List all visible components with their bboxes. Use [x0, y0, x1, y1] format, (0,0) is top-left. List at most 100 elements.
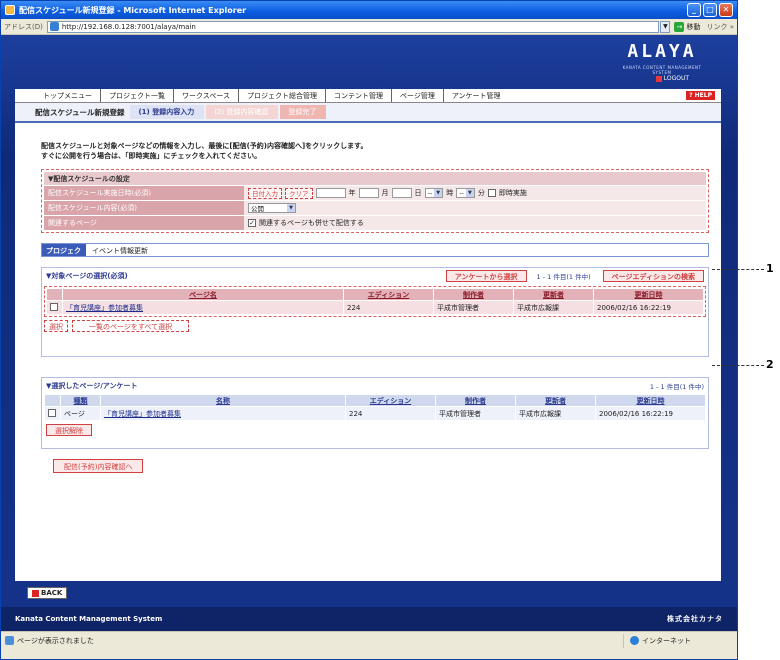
page-name-link[interactable]: 「育児講座」参加者募集 [104, 410, 181, 418]
instruction-line-2: すぐに公開を行う場合は、「即時実施」にチェックを入れてください。 [41, 152, 262, 160]
immediate-checkbox[interactable] [487, 189, 496, 197]
related-label: 関連するページ [44, 216, 244, 230]
row-checkbox[interactable] [48, 408, 56, 417]
row-checkbox[interactable] [50, 302, 58, 311]
minute-select[interactable]: -- ▼ [456, 188, 475, 198]
selected-header-row: ▼選択したページ/アンケート 1 - 1 件目(1 件中) [42, 378, 708, 394]
schedule-related-row: 関連するページ 関連するページも併せて配信する [44, 216, 706, 230]
edition-cell: 224 [345, 406, 436, 421]
nav-tab-6[interactable]: アンケート管理 [442, 89, 509, 102]
nav-tab-1[interactable]: プロジェクト一覧 [100, 89, 173, 102]
updated-cell: 2006/02/16 16:22:19 [595, 406, 706, 421]
target-table-wrap: ページ名 エディション 制作者 更新者 更新日時 「育児講座」参加者募集 224 平成市管理… [44, 286, 706, 317]
nav-tab-0[interactable]: トップメニュー [35, 89, 100, 102]
target-col-5[interactable]: 更新日時 [593, 288, 704, 301]
year-input[interactable] [315, 188, 346, 198]
go-button[interactable]: → 移動 [674, 21, 701, 32]
go-label: 移動 [686, 22, 701, 31]
footer-system-name: Kanata Content Management System [15, 615, 163, 623]
creator-cell: 平成市管理者 [433, 300, 514, 315]
date-value: 日付入力 クリア 年 月 日 -- ▼ 時 -- ▼ 分 即時実施 [244, 186, 706, 200]
day-input[interactable] [391, 188, 412, 198]
table-row: ページ 「育児講座」参加者募集 224 平成市管理者 平成市広報課 2006/02/16 … [44, 406, 706, 421]
page-panel: トップメニュー プロジェクト一覧 ワークスペース プロジェクト総合管理 コンテント管理ペ… [15, 89, 721, 581]
edition-search-button[interactable]: ページエディションの検索 [602, 270, 704, 282]
related-value: 関連するページも併せて配信する [244, 216, 706, 230]
project-value: イベント情報更新 [92, 247, 148, 255]
nav-tab-4[interactable]: コンテント管理 [324, 89, 391, 102]
target-header: ▼対象ページの選択(必須) [46, 272, 128, 280]
target-col-1[interactable]: ページ名 [62, 288, 344, 301]
callout-2: 2 [766, 358, 774, 371]
browser-window: 配信スケジュール新規登録 - Microsoft Internet Explor… [0, 0, 738, 660]
help-button[interactable]: ? HELP [686, 91, 715, 100]
confirm-button[interactable]: 配信(予約)内容確認へ [53, 459, 144, 473]
address-input[interactable]: http://192.168.0.128:7001/alaya/main [46, 20, 660, 33]
brand-header: ALAYA KANATA CONTENT MANAGEMENT SYSTEM L… [1, 35, 737, 82]
row-checkbox-cell [44, 406, 61, 421]
address-dropdown-icon[interactable]: ▼ [660, 20, 671, 33]
month-input[interactable] [358, 188, 379, 198]
status-text: ページが表示されました [17, 636, 94, 645]
back-button[interactable]: BACK [27, 587, 68, 599]
related-checkbox[interactable] [248, 219, 256, 227]
content-value: 公開 ▼ [244, 201, 706, 215]
selected-page-panel: ▼選択したページ/アンケート 1 - 1 件目(1 件中) 種類 名称 エディション… [41, 377, 709, 449]
help-icon: ? [689, 92, 693, 99]
close-button[interactable]: ✕ [719, 3, 733, 17]
name-cell: 「育児講座」参加者募集 [100, 406, 346, 421]
target-col-4[interactable]: 更新者 [513, 288, 594, 301]
content-select[interactable]: 公開 ▼ [248, 203, 296, 213]
selected-col-2[interactable]: 名称 [100, 394, 346, 407]
instruction-line-1: 配信スケジュールと対象ページなどの情報を入力し、最後に[配信(予約)内容確認へ]… [41, 142, 368, 150]
security-zone: インターネット [623, 633, 733, 648]
selected-header: ▼選択したページ/アンケート [46, 382, 138, 390]
target-count: 1 - 1 件目(1 件中) [536, 273, 591, 281]
year-label: 年 [348, 189, 356, 197]
hour-select[interactable]: -- ▼ [424, 188, 444, 198]
selected-col-6[interactable]: 更新日時 [595, 394, 706, 407]
select-all-button[interactable]: 一覧のページをすべて選択 [72, 320, 190, 332]
brand-tagline: KANATA CONTENT MANAGEMENT SYSTEM [622, 65, 702, 75]
deselect-button[interactable]: 選択解除 [46, 424, 92, 436]
links-label[interactable]: リンク » [706, 22, 734, 32]
step-confirm: (2) 登録内容確認 [206, 105, 279, 119]
updated-cell: 2006/02/16 16:22:19 [593, 300, 704, 315]
chevron-down-icon: ▼ [434, 189, 443, 197]
survey-select-button[interactable]: アンケートから選択 [445, 270, 527, 282]
select-button[interactable]: 選択 [44, 320, 68, 332]
nav-tab-5[interactable]: ページ管理 [390, 89, 443, 102]
back-label: BACK [41, 589, 63, 597]
minimize-button[interactable]: _ [687, 3, 701, 17]
page-name-link[interactable]: 「育児講座」参加者募集 [66, 304, 143, 312]
selected-table-header: 種類 名称 エディション 制作者 更新者 更新日時 [44, 394, 706, 407]
logout-link[interactable]: LOGOUT [655, 75, 689, 82]
nav-tab-3[interactable]: プロジェクト総合管理 [237, 89, 325, 102]
immediate-label: 即時実施 [498, 189, 527, 197]
clear-button[interactable]: クリア [285, 187, 313, 199]
day-label: 日 [414, 189, 422, 197]
target-header-row: ▼対象ページの選択(必須) アンケートから選択 1 - 1 件目(1 件中) ペ… [42, 268, 708, 284]
logout-icon [655, 75, 662, 82]
selected-col-4[interactable]: 制作者 [435, 394, 516, 407]
title-bar: 配信スケジュール新規登録 - Microsoft Internet Explor… [1, 1, 737, 19]
selected-col-5[interactable]: 更新者 [515, 394, 596, 407]
updater-cell: 平成市広報課 [513, 300, 594, 315]
selected-col-1[interactable]: 種類 [60, 394, 101, 407]
callout-line-1 [712, 269, 764, 270]
target-col-2[interactable]: エディション [343, 288, 434, 301]
zone-label: インターネット [642, 636, 691, 645]
instructions: 配信スケジュールと対象ページなどの情報を入力し、最後に[配信(予約)内容確認へ]… [15, 123, 721, 161]
target-col-0 [46, 288, 63, 301]
step-input: (1) 登録内容入力 [130, 105, 205, 119]
selected-table: 種類 名称 エディション 制作者 更新者 更新日時 ページ 「育児講座」参加者募集 224 平成… [44, 394, 706, 421]
nav-tab-2[interactable]: ワークスペース [173, 89, 238, 102]
date-input-button[interactable]: 日付入力 [248, 187, 282, 199]
page-footer: Kanata Content Management System 株式会社カナタ [1, 607, 737, 631]
maximize-button[interactable]: □ [703, 3, 717, 17]
selected-col-3[interactable]: エディション [345, 394, 436, 407]
updater-cell: 平成市広報課 [515, 406, 596, 421]
selected-col-0 [44, 394, 61, 407]
related-text: 関連するページも併せて配信する [259, 219, 364, 227]
target-col-3[interactable]: 制作者 [433, 288, 514, 301]
